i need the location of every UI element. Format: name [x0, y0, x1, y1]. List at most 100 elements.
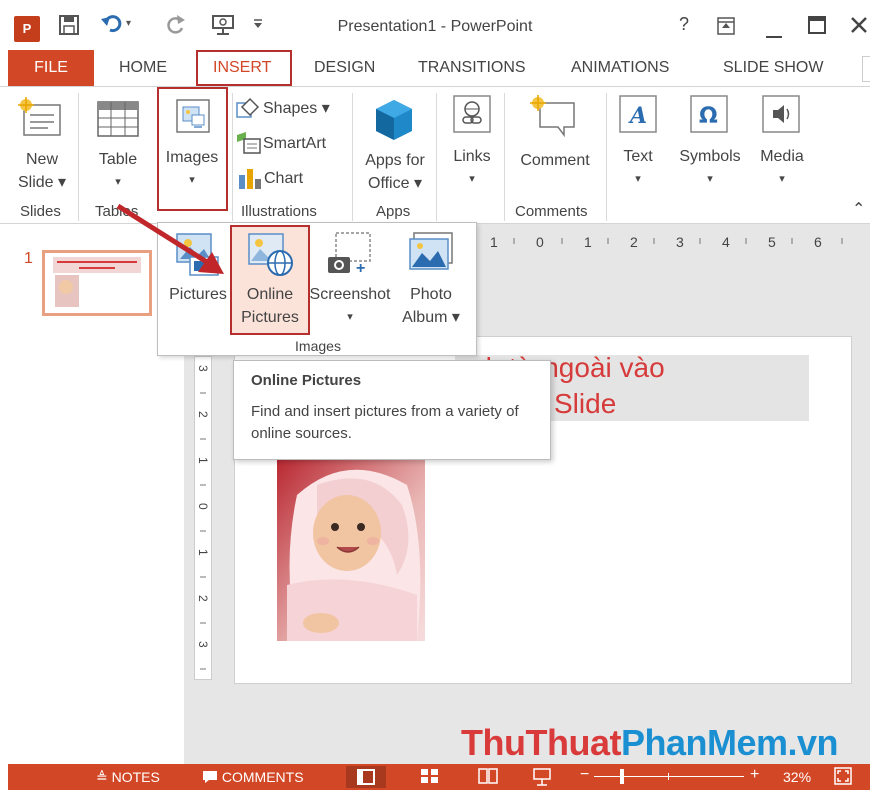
horizontal-ruler: 1 0 1 2 3 4 5 6: [478, 232, 850, 252]
zoom-slider-tick: [668, 773, 669, 780]
comment-icon[interactable]: [530, 95, 576, 142]
images-icon[interactable]: [176, 99, 210, 138]
new-slide-icon[interactable]: [18, 97, 64, 146]
group-label-slides: Slides: [20, 203, 61, 220]
notes-label: NOTES: [111, 769, 160, 785]
maximize-icon[interactable]: [808, 16, 826, 39]
watermark-part-3: .vn: [787, 722, 839, 763]
baby-photo[interactable]: [277, 455, 425, 641]
svg-text:Ω: Ω: [699, 104, 718, 129]
tab-home[interactable]: HOME: [119, 59, 167, 77]
help-button[interactable]: ?: [679, 14, 689, 35]
svg-text:3: 3: [196, 365, 210, 372]
photo-album-icon[interactable]: [408, 231, 454, 280]
online-pictures-label: Online: [246, 286, 294, 303]
smartart-icon[interactable]: [236, 131, 262, 160]
zoom-level[interactable]: 32%: [783, 769, 811, 785]
table-button[interactable]: Table ▾: [92, 148, 144, 194]
smartart-button[interactable]: SmartArt: [263, 132, 326, 155]
tab-animations[interactable]: ANIMATIONS: [571, 59, 669, 77]
svg-text:+: +: [356, 260, 365, 275]
watermark-part-2: PhanMem: [620, 722, 788, 763]
new-slide-button[interactable]: New Slide ▾: [16, 148, 68, 194]
photo-album-button[interactable]: Photo Album ▾: [396, 283, 466, 329]
zoom-slider-thumb[interactable]: [620, 769, 624, 784]
ruler-label: 6: [814, 234, 822, 250]
zoom-slider-track[interactable]: [594, 776, 744, 777]
svg-text:1: 1: [196, 549, 210, 556]
tab-file[interactable]: FILE: [8, 50, 94, 86]
comments-label: COMMENTS: [221, 769, 304, 785]
dropdown-arrow-icon: ▾: [189, 174, 195, 186]
slide-sorter-view-icon[interactable]: [420, 768, 440, 787]
apps-for-office-button[interactable]: Apps for Office ▾: [356, 149, 434, 195]
group-label-comments: Comments: [515, 203, 588, 220]
fit-slide-icon[interactable]: [834, 767, 852, 788]
text-icon[interactable]: A: [619, 95, 657, 138]
normal-view-icon: [357, 769, 375, 785]
minimize-icon[interactable]: [766, 24, 782, 45]
dropdown-arrow-icon: ▾: [469, 173, 475, 185]
text-button[interactable]: Text ▾: [612, 145, 664, 191]
apps-for-office-label: Apps for: [365, 152, 425, 169]
text-label: Text: [623, 148, 653, 165]
ruler-label: 5: [768, 234, 776, 250]
divider: [352, 93, 353, 221]
tab-slide-show[interactable]: SLIDE SHOW: [723, 59, 823, 77]
shapes-icon[interactable]: [236, 97, 260, 124]
table-icon[interactable]: [97, 101, 139, 142]
reading-view-icon[interactable]: [478, 768, 498, 787]
collapse-ribbon-icon[interactable]: ⌃: [852, 199, 865, 219]
divider: [436, 93, 437, 221]
divider: [606, 93, 607, 221]
dropdown-arrow-icon: ▾: [707, 173, 713, 185]
slide-show-view-icon[interactable]: [532, 768, 552, 789]
photo-album-label: Photo: [410, 286, 452, 303]
annotation-arrow-icon: [116, 203, 224, 274]
tab-insert[interactable]: INSERT: [213, 59, 271, 77]
pictures-button[interactable]: Pictures: [162, 283, 234, 306]
media-button[interactable]: Media ▾: [754, 145, 810, 191]
screenshot-label: Screenshot: [309, 286, 391, 303]
zoom-in-icon[interactable]: +: [750, 766, 759, 784]
online-pictures-button[interactable]: Online Pictures: [232, 283, 308, 329]
ruler-label: 4: [722, 234, 730, 250]
online-pictures-label-2: Pictures: [241, 309, 299, 326]
comments-button[interactable]: COMMENTS: [202, 769, 304, 785]
symbols-icon[interactable]: Ω: [690, 95, 728, 138]
watermark-part-1: ThuThuat: [461, 722, 621, 763]
chart-icon[interactable]: [238, 167, 262, 194]
chart-button[interactable]: Chart: [264, 167, 303, 190]
notes-button[interactable]: ≜ NOTES: [96, 769, 160, 786]
comment-button[interactable]: Comment: [510, 149, 600, 172]
links-button[interactable]: Links ▾: [446, 145, 498, 191]
media-label: Media: [760, 148, 804, 165]
shapes-button[interactable]: Shapes ▾: [263, 97, 330, 120]
ribbon-display-options-icon[interactable]: [716, 16, 736, 41]
svg-text:2: 2: [196, 411, 210, 418]
close-icon[interactable]: [850, 16, 868, 39]
normal-view-button[interactable]: [346, 766, 386, 788]
images-button[interactable]: Images ▾: [158, 146, 226, 192]
symbols-label: Symbols: [679, 148, 741, 165]
online-pictures-icon[interactable]: [248, 233, 294, 282]
tab-design[interactable]: DESIGN: [314, 59, 375, 77]
tab-transitions[interactable]: TRANSITIONS: [418, 59, 526, 77]
screenshot-button[interactable]: Screenshot ▾: [304, 283, 396, 329]
ruler-label: 1: [584, 234, 592, 250]
dropdown-arrow-icon: ▾: [779, 173, 785, 185]
dropdown-arrow-icon: ▾: [115, 176, 121, 188]
links-icon[interactable]: [453, 95, 491, 138]
ruler-label: 3: [676, 234, 684, 250]
vertical-ruler: 3 2 1 0 1 2 3: [194, 356, 212, 680]
symbols-button[interactable]: Symbols ▾: [674, 145, 746, 191]
watermark: ThuThuatPhanMem.vn: [461, 722, 839, 764]
ribbon-tabs: FILE HOME INSERT DESIGN TRANSITIONS ANIM…: [0, 50, 870, 86]
divider: [78, 93, 79, 221]
zoom-out-icon[interactable]: −: [580, 766, 589, 784]
media-icon[interactable]: [762, 95, 800, 138]
screenshot-icon[interactable]: +: [326, 231, 372, 280]
images-group-label: Images: [295, 338, 341, 354]
svg-text:A: A: [628, 103, 647, 129]
apps-for-office-icon[interactable]: [374, 99, 414, 146]
